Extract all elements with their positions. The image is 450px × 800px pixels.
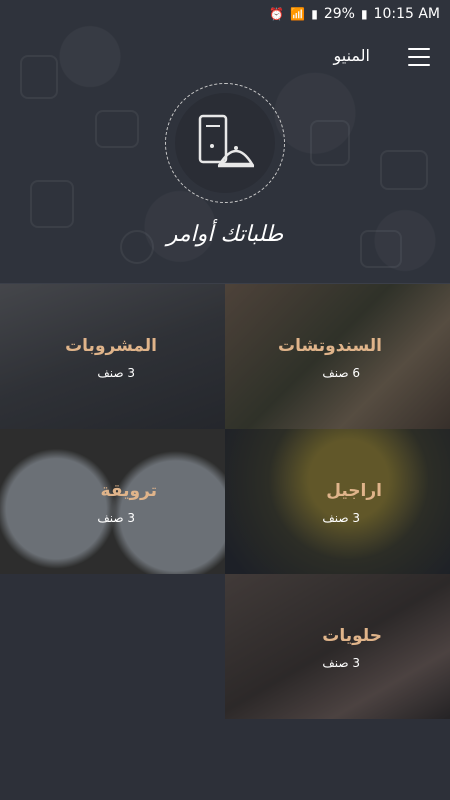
coffee-doodle-icon	[380, 150, 428, 190]
category-tile-breakfast[interactable]: ترويقة 3 صنف	[0, 429, 225, 574]
category-name: السندوتشات	[278, 336, 382, 356]
menu-icon[interactable]	[408, 48, 430, 66]
category-name: حلويات	[322, 626, 382, 646]
category-count: 3 صنف	[322, 656, 360, 670]
category-tile-sandwiches[interactable]: السندوتشات 6 صنف	[225, 284, 450, 429]
clock: 10:15 AM	[373, 6, 440, 22]
page-title: المنيو	[333, 46, 371, 65]
category-count: 3 صنف	[97, 366, 135, 380]
coffee-doodle-icon	[30, 180, 74, 228]
battery-icon: ▮	[360, 7, 368, 21]
app-toolbar: المنيو	[0, 40, 450, 76]
logo	[165, 83, 285, 203]
battery-level: 29%	[323, 6, 355, 22]
menu-service-icon	[175, 93, 275, 193]
signal-icon: ▮	[311, 7, 318, 21]
coffee-doodle-icon	[310, 120, 350, 166]
category-name: المشروبات	[65, 336, 157, 356]
category-count: 3 صنف	[97, 511, 135, 525]
brand-name: طلباتك أوامر	[166, 222, 284, 247]
coffee-doodle-icon	[95, 110, 139, 148]
status-bar: ⏰ 📶 ▮ 29% ▮ 10:15 AM	[0, 0, 450, 28]
category-count: 6 صنف	[322, 366, 360, 380]
category-tile-desserts[interactable]: حلويات 3 صنف	[225, 574, 450, 719]
category-tile-hookah[interactable]: اراجيل 3 صنف	[225, 429, 450, 574]
alarm-icon: ⏰	[269, 7, 285, 21]
category-name: اراجيل	[326, 481, 382, 501]
category-count: 3 صنف	[322, 511, 360, 525]
category-name: ترويقة	[100, 481, 157, 501]
wifi-icon: 📶	[290, 7, 306, 21]
category-tile-drinks[interactable]: المشروبات 3 صنف	[0, 284, 225, 429]
